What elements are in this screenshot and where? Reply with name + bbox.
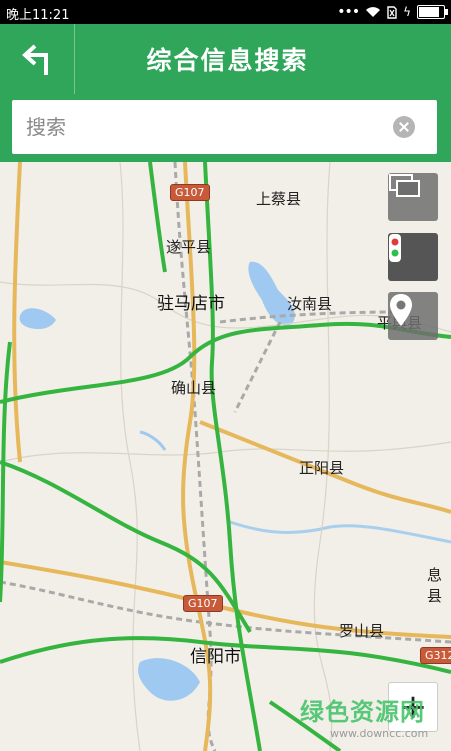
back-button[interactable] xyxy=(0,24,75,94)
no-sim-icon xyxy=(387,5,397,19)
charging-icon: ϟ xyxy=(403,5,411,19)
battery-fill xyxy=(419,7,440,17)
city-label-queshan[interactable]: 确山县 xyxy=(171,377,216,398)
status-icons: ••• ϟ xyxy=(337,4,448,20)
traffic-light-icon xyxy=(389,234,401,262)
status-bar: 晚上11:21 ••• ϟ xyxy=(0,0,451,24)
map-view[interactable]: G107 G107 G312 上蔡县 遂平县 驻马店市 汝南县 平舆县 确山县 … xyxy=(0,162,451,751)
battery-icon xyxy=(417,5,448,19)
search-bar xyxy=(0,94,451,162)
city-label-xi[interactable]: 息县 xyxy=(427,564,451,606)
location-button[interactable] xyxy=(388,292,438,340)
clear-search-icon[interactable] xyxy=(393,116,415,138)
river-1 xyxy=(139,430,167,451)
page-title: 综合信息搜索 xyxy=(146,46,309,75)
location-pin-icon xyxy=(390,294,412,326)
more-icon: ••• xyxy=(337,4,360,20)
highway-shield-g312: G312 xyxy=(420,647,451,664)
watermark: 绿色资源网 www.downcc.com xyxy=(300,692,428,740)
watermark-url: www.downcc.com xyxy=(330,727,429,740)
city-label-suiping[interactable]: 遂平县 xyxy=(166,236,211,257)
search-input[interactable] xyxy=(24,114,393,140)
city-label-shangcai[interactable]: 上蔡县 xyxy=(256,188,301,209)
search-box xyxy=(12,100,437,154)
highway-shield-g107-bottom: G107 xyxy=(183,595,223,612)
layers-button[interactable] xyxy=(388,173,438,221)
city-label-zhengyang[interactable]: 正阳县 xyxy=(299,457,344,478)
highway-shield-g107-top: G107 xyxy=(170,184,210,201)
app-header: 综合信息搜索 xyxy=(0,24,451,94)
back-arrow-icon xyxy=(22,44,48,75)
traffic-button[interactable] xyxy=(388,233,438,281)
river-2 xyxy=(229,520,451,544)
city-label-zhumadian[interactable]: 驻马店市 xyxy=(157,289,225,314)
wifi-icon xyxy=(366,7,381,17)
city-label-luoshan[interactable]: 罗山县 xyxy=(339,620,384,641)
city-label-runan[interactable]: 汝南县 xyxy=(287,293,332,314)
city-label-xinyang[interactable]: 信阳市 xyxy=(190,642,241,667)
lake-west xyxy=(19,308,56,330)
layers-icon xyxy=(389,174,420,197)
status-time: 晚上11:21 xyxy=(6,8,70,23)
watermark-title: 绿色资源网 xyxy=(300,698,425,726)
